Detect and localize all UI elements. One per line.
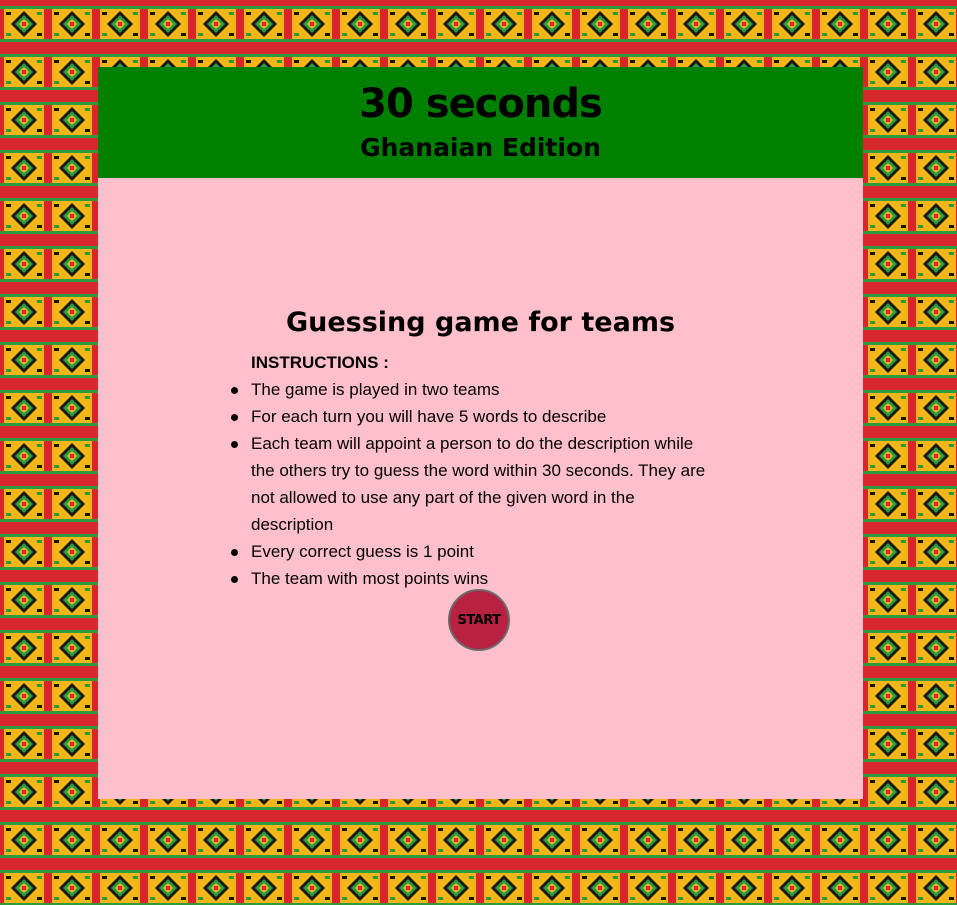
page-title: 30 seconds: [359, 81, 603, 127]
header-banner: 30 seconds Ghanaian Edition: [98, 67, 863, 178]
main-content: Guessing game for teams INSTRUCTIONS : T…: [98, 178, 863, 799]
instructions-heading: INSTRUCTIONS :: [251, 353, 389, 372]
instruction-item: Every correct guess is 1 point: [231, 538, 721, 565]
instruction-item: For each turn you will have 5 words to d…: [231, 403, 721, 430]
page-subtitle: Ghanaian Edition: [360, 133, 601, 162]
start-button[interactable]: START: [448, 589, 510, 651]
instruction-item: The game is played in two teams: [231, 376, 721, 403]
instruction-item: The team with most points wins: [231, 565, 721, 592]
game-card: 30 seconds Ghanaian Edition Guessing gam…: [98, 67, 863, 799]
instructions-block: INSTRUCTIONS : The game is played in two…: [231, 349, 721, 592]
game-tagline: Guessing game for teams: [285, 307, 676, 338]
instructions-list: The game is played in two teams For each…: [231, 376, 721, 592]
instruction-item: Each team will appoint a person to do th…: [231, 430, 721, 538]
